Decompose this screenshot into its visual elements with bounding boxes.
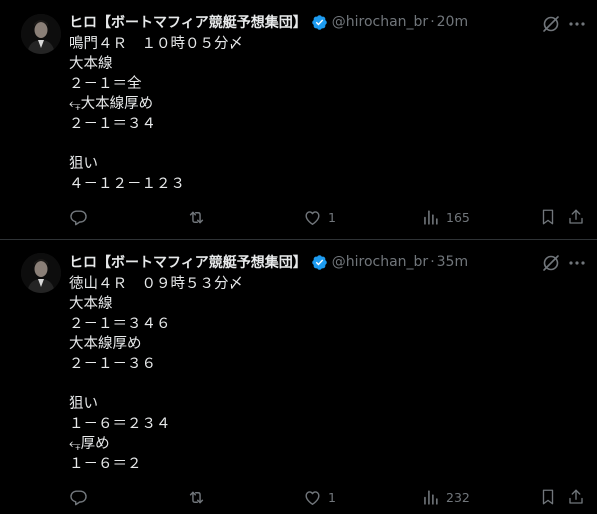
post-header: ヒロ【ボートマフィア競艇予想集団】 @hirochan_br · 35m	[69, 252, 468, 272]
time-separator: ·	[430, 254, 435, 270]
bookmark-icon	[539, 208, 557, 226]
repost-icon	[187, 208, 206, 227]
post-text-line: 狙い	[69, 156, 98, 172]
verified-badge-icon	[311, 254, 328, 271]
post-text: 鳴門４Ｒ １０時０５分〆 大本線 ２－１＝全 ⥆大本線厚め ２－１＝３４ 狙い …	[69, 34, 243, 194]
post-text-line: ２－１＝３４６	[69, 316, 171, 332]
like-button[interactable]: 1	[303, 486, 336, 508]
view-count: 165	[446, 209, 470, 225]
post-text-line	[69, 134, 243, 154]
post[interactable]: ヒロ【ボートマフィア競艇予想集団】 @hirochan_br · 20m 鳴門４…	[0, 0, 597, 240]
like-button[interactable]: 1	[303, 206, 336, 228]
bookmark-icon	[539, 488, 557, 506]
repost-button[interactable]	[187, 206, 212, 228]
like-count: 1	[328, 489, 336, 505]
post-text-line: 徳山４Ｒ ０９時５３分〆	[69, 276, 243, 292]
post-text-line: 狙い	[69, 396, 98, 412]
share-button[interactable]	[567, 486, 585, 508]
post-text-line: ２－１＝全	[69, 76, 142, 92]
reply-icon	[69, 488, 88, 507]
views-chart-icon	[421, 208, 440, 227]
heart-icon	[303, 488, 322, 507]
author-handle[interactable]: @hirochan_br	[332, 254, 428, 270]
repost-button[interactable]	[187, 486, 212, 508]
like-count: 1	[328, 209, 336, 225]
post-text-line: ４－１２－１２３	[69, 176, 185, 192]
post-text-line: ２－１－３６	[69, 356, 156, 372]
bookmark-button[interactable]	[539, 206, 557, 228]
grok-icon[interactable]	[541, 14, 561, 34]
post-text-line: １－６＝２３４	[69, 416, 171, 432]
post-text-line	[69, 374, 243, 394]
reply-button[interactable]	[69, 486, 94, 508]
view-count: 232	[446, 489, 470, 505]
post[interactable]: ヒロ【ボートマフィア競艇予想集団】 @hirochan_br · 35m 徳山４…	[0, 241, 597, 514]
post-text-line: 鳴門４Ｒ １０時０５分〆	[69, 36, 243, 52]
views-chart-icon	[421, 488, 440, 507]
author-display-name[interactable]: ヒロ【ボートマフィア競艇予想集団】	[69, 12, 307, 32]
post-actions: 1 165	[0, 206, 597, 228]
post-text-line: 大本線	[69, 56, 113, 72]
heart-icon	[303, 208, 322, 227]
avatar[interactable]	[21, 253, 61, 293]
grok-icon[interactable]	[541, 253, 561, 273]
more-options-icon[interactable]	[567, 14, 587, 34]
reply-button[interactable]	[69, 206, 94, 228]
reply-icon	[69, 208, 88, 227]
author-handle[interactable]: @hirochan_br	[332, 14, 428, 30]
share-icon	[567, 208, 585, 226]
author-display-name[interactable]: ヒロ【ボートマフィア競艇予想集団】	[69, 252, 307, 272]
share-button[interactable]	[567, 206, 585, 228]
post-time[interactable]: 20m	[437, 14, 468, 30]
post-text: 徳山４Ｒ ０９時５３分〆 大本線 ２－１＝３４６ 大本線厚め ２－１－３６ 狙い…	[69, 274, 243, 474]
repost-icon	[187, 488, 206, 507]
time-separator: ·	[430, 14, 435, 30]
share-icon	[567, 488, 585, 506]
post-header: ヒロ【ボートマフィア競艇予想集団】 @hirochan_br · 20m	[69, 12, 468, 32]
views-button[interactable]: 165	[421, 206, 470, 228]
views-button[interactable]: 232	[421, 486, 470, 508]
post-time[interactable]: 35m	[437, 254, 468, 270]
bookmark-button[interactable]	[539, 486, 557, 508]
post-text-line: 大本線	[69, 296, 113, 312]
verified-badge-icon	[311, 14, 328, 31]
avatar[interactable]	[21, 14, 61, 54]
post-text-line: ２－１＝３４	[69, 116, 156, 132]
post-text-line: ⥆大本線厚め	[69, 96, 154, 112]
more-options-icon[interactable]	[567, 253, 587, 273]
post-actions: 1 232	[0, 486, 597, 508]
post-text-line: ⥆厚め	[69, 436, 110, 452]
post-text-line: １－６＝２	[69, 456, 142, 472]
post-text-line: 大本線厚め	[69, 336, 142, 352]
